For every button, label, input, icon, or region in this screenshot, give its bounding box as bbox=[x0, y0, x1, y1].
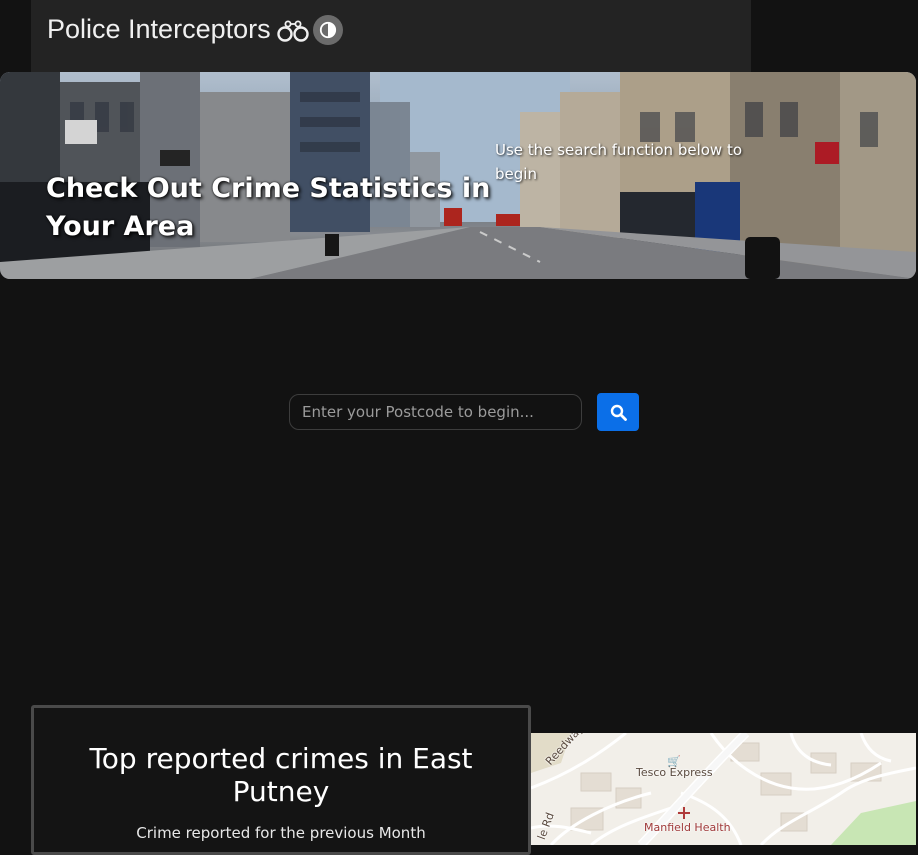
top-navbar: Police Interceptors bbox=[31, 0, 751, 72]
handcuffs-icon bbox=[276, 20, 309, 42]
map-label-health: Manfield Health bbox=[644, 821, 731, 834]
top-crimes-panel: Top reported crimes in East Putney Crime… bbox=[31, 705, 531, 855]
hero-subtext: Use the search function below to begin bbox=[495, 141, 743, 183]
search-icon bbox=[610, 404, 627, 421]
theme-toggle-button[interactable] bbox=[312, 14, 343, 45]
map-label-shop: Tesco Express bbox=[636, 766, 713, 779]
brand[interactable]: Police Interceptors bbox=[47, 14, 343, 45]
postcode-search-form bbox=[289, 393, 639, 431]
hero-banner: Check Out Crime Statistics in Your Area … bbox=[0, 72, 916, 279]
crime-panel-subtitle: Crime reported for the previous Month bbox=[136, 824, 426, 842]
postcode-search-input[interactable] bbox=[289, 394, 582, 430]
crime-panel-title: Top reported crimes in East Putney bbox=[89, 742, 473, 808]
area-map[interactable]: 🛒 Reedway le Rd Tesco Express Manfield H… bbox=[531, 733, 916, 845]
brand-title[interactable]: Police Interceptors bbox=[47, 14, 271, 45]
search-button[interactable] bbox=[597, 393, 639, 431]
hero-heading: Check Out Crime Statistics in Your Area bbox=[46, 173, 491, 242]
contrast-icon bbox=[319, 21, 336, 38]
